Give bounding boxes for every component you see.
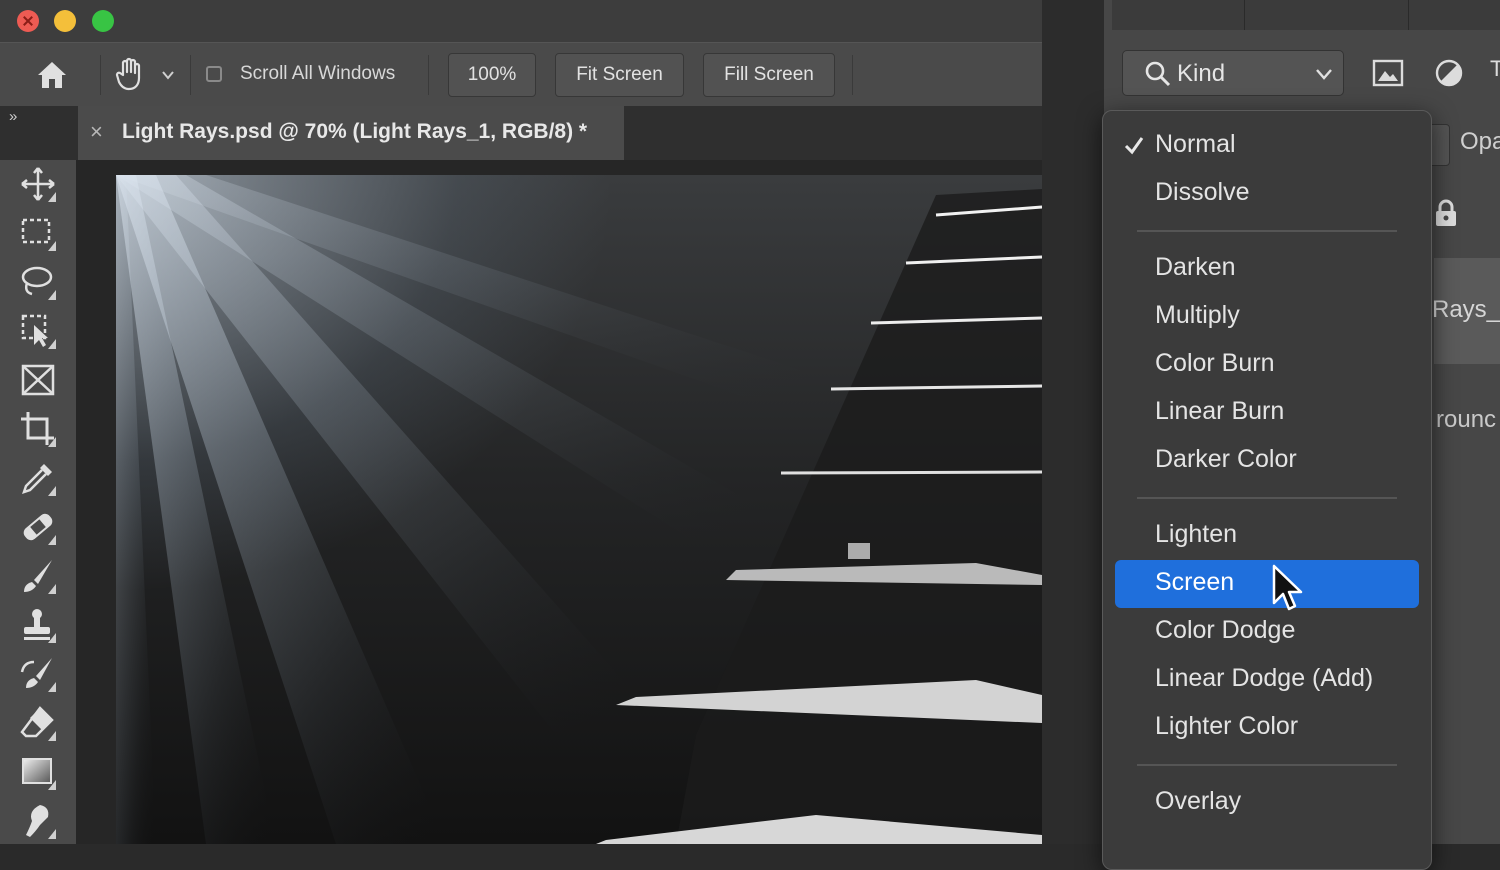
blend-mode-darker-color[interactable]: Darker Color — [1115, 437, 1419, 485]
scroll-all-windows-label: Scroll All Windows — [240, 63, 396, 84]
blend-mode-menu: Normal Dissolve Darken Multiply Color Bu… — [1102, 110, 1432, 870]
brush-tool-icon[interactable] — [18, 556, 58, 596]
zoom-100-button[interactable]: 100% — [448, 53, 536, 97]
filter-kind-select[interactable]: Kind — [1122, 50, 1344, 96]
blend-mode-screen[interactable]: Screen — [1115, 560, 1419, 608]
menu-separator — [1137, 497, 1397, 499]
menu-item-label: Lighter Color — [1155, 712, 1299, 740]
move-tool-icon[interactable] — [18, 164, 58, 204]
menu-item-label: Linear Burn — [1155, 397, 1285, 425]
scroll-all-windows-checkbox[interactable] — [206, 66, 222, 82]
options-bar: Scroll All Windows 100% Fit Screen Fill … — [0, 42, 1042, 107]
blend-mode-dissolve[interactable]: Dissolve — [1115, 170, 1419, 218]
chevron-down-icon — [1315, 67, 1333, 81]
menu-item-label: Dissolve — [1155, 178, 1250, 206]
checkmark-icon — [1123, 134, 1145, 156]
clone-stamp-tool-icon[interactable] — [18, 605, 58, 645]
layers-panel-tabs — [1112, 0, 1500, 30]
menu-separator — [1137, 230, 1397, 232]
home-icon[interactable] — [36, 59, 68, 91]
menu-separator — [1137, 764, 1397, 766]
crop-tool-icon[interactable] — [18, 409, 58, 449]
image-filter-icon[interactable] — [1372, 58, 1404, 88]
blend-mode-lighten[interactable]: Lighten — [1115, 512, 1419, 560]
menu-item-label: Normal — [1155, 130, 1236, 158]
history-brush-tool-icon[interactable] — [18, 654, 58, 694]
document-tab[interactable]: × Light Rays.psd @ 70% (Light Rays_1, RG… — [78, 106, 624, 160]
eraser-tool-icon[interactable] — [18, 703, 58, 743]
hand-tool-icon[interactable] — [114, 57, 146, 91]
menu-item-label: Screen — [1155, 568, 1235, 596]
mouse-pointer-icon — [1270, 563, 1306, 615]
fit-screen-button[interactable]: Fit Screen — [555, 53, 684, 97]
smudge-tool-icon[interactable] — [18, 801, 58, 841]
menu-item-label: Color Burn — [1155, 349, 1275, 377]
blend-mode-darken[interactable]: Darken — [1115, 245, 1419, 293]
eyedropper-tool-icon[interactable] — [18, 458, 58, 498]
collapse-panels-icon[interactable]: » — [9, 108, 17, 125]
frame-tool-icon[interactable] — [18, 360, 58, 400]
menu-item-label: Color Dodge — [1155, 616, 1296, 644]
document-canvas[interactable] — [116, 175, 1042, 844]
layer-name: Rays_ — [1432, 296, 1500, 323]
blend-mode-overlay[interactable]: Overlay — [1115, 779, 1419, 827]
adjustment-filter-icon[interactable] — [1434, 58, 1464, 88]
blend-mode-color-dodge[interactable]: Color Dodge — [1115, 608, 1419, 656]
gradient-tool-icon[interactable] — [18, 752, 58, 792]
marquee-tool-icon[interactable] — [18, 213, 58, 253]
object-select-tool-icon[interactable] — [18, 311, 58, 351]
blend-mode-multiply[interactable]: Multiply — [1115, 293, 1419, 341]
light-rays-image — [116, 175, 1042, 844]
fill-screen-button[interactable]: Fill Screen — [703, 53, 835, 97]
minimize-window-button[interactable] — [54, 10, 76, 32]
type-filter-icon[interactable]: T — [1490, 56, 1500, 82]
close-window-button[interactable] — [17, 10, 39, 32]
close-document-icon[interactable]: × — [90, 119, 103, 145]
lock-icon[interactable] — [1434, 198, 1458, 228]
filter-kind-label: Kind — [1177, 60, 1226, 87]
opacity-label: Opa — [1460, 128, 1500, 155]
document-title: Light Rays.psd @ 70% (Light Rays_1, RGB/… — [122, 120, 588, 143]
menu-item-label: Linear Dodge (Add) — [1155, 664, 1374, 692]
tools-panel — [0, 160, 76, 844]
blend-mode-color-burn[interactable]: Color Burn — [1115, 341, 1419, 389]
menu-item-label: Overlay — [1155, 787, 1242, 815]
lasso-tool-icon[interactable] — [18, 262, 58, 302]
menu-item-label: Multiply — [1155, 301, 1240, 329]
blend-mode-lighter-color[interactable]: Lighter Color — [1115, 704, 1419, 752]
menu-item-label: Lighten — [1155, 520, 1238, 548]
menu-item-label: Darken — [1155, 253, 1236, 281]
menu-item-label: Darker Color — [1155, 445, 1297, 473]
search-icon — [1145, 61, 1171, 87]
background-layer-name: rounc — [1436, 406, 1497, 433]
healing-brush-tool-icon[interactable] — [18, 507, 58, 547]
title-bar — [0, 0, 1042, 42]
blend-mode-normal[interactable]: Normal — [1115, 122, 1419, 170]
blend-mode-linear-burn[interactable]: Linear Burn — [1115, 389, 1419, 437]
tool-preset-chevron-icon[interactable] — [160, 67, 176, 83]
zoom-window-button[interactable] — [92, 10, 114, 32]
blend-mode-linear-dodge[interactable]: Linear Dodge (Add) — [1115, 656, 1419, 704]
